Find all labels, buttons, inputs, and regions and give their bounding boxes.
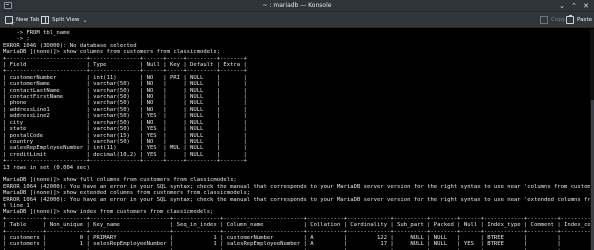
konsole-toolbar: New Tab Split View ⌄ Copy Paste	[0, 12, 594, 28]
new-tab-button[interactable]: New Tab	[5, 15, 40, 27]
window-titlebar: ~ : mariadb — Konsole ⌄ ⌃ ✕	[0, 0, 594, 12]
terminal-line: ERROR 1064 (42000): You have an error in…	[3, 196, 594, 203]
split-view-icon	[41, 16, 49, 24]
maximize-button[interactable]: ⌃	[570, 2, 578, 10]
paste-icon	[566, 15, 574, 24]
paste-label: Paste	[577, 17, 593, 23]
split-view-label: Split View	[52, 17, 80, 23]
copy-button[interactable]: Copy	[540, 15, 565, 25]
new-tab-label: New Tab	[16, 17, 40, 23]
terminal-line: | Table | Non_unique | Key_name | Seq_in…	[3, 222, 594, 229]
split-view-button[interactable]: Split View ⌄	[41, 15, 88, 25]
window-title: ~ : mariadb — Konsole	[262, 2, 332, 9]
terminal-line: | customers | 1 | salesRepEmployeeNumber…	[3, 241, 594, 248]
terminal-scrollbar[interactable]	[590, 29, 594, 250]
copy-icon	[540, 16, 548, 24]
chevron-down-icon: ⌄	[82, 16, 88, 24]
paste-button[interactable]: Paste	[566, 15, 592, 25]
new-tab-icon	[5, 16, 15, 27]
terminal-output[interactable]: -> FROM tbl_name -> ; ERROR 1046 (3D000):…	[0, 29, 594, 250]
copy-label: Copy	[551, 17, 566, 23]
close-button[interactable]: ✕	[582, 2, 590, 10]
minimize-button[interactable]: ⌄	[558, 2, 566, 10]
